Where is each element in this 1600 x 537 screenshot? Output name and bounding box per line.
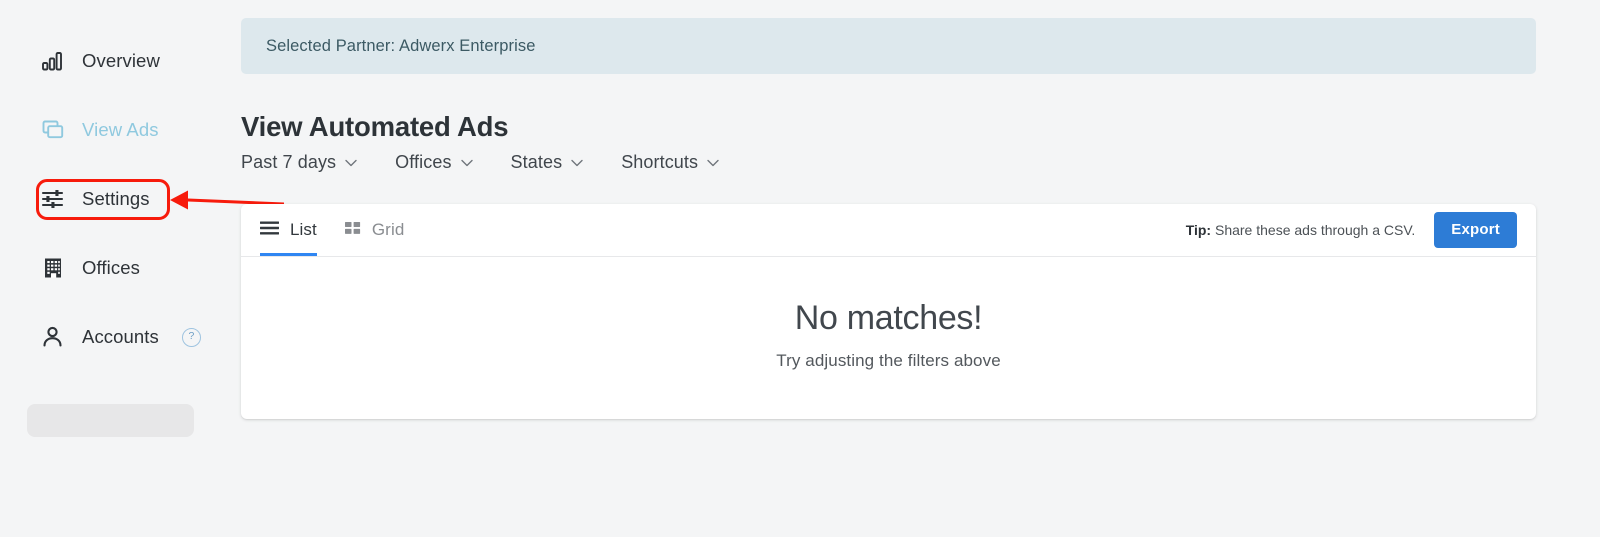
empty-state-subtitle: Try adjusting the filters above	[776, 351, 1001, 370]
list-lines-icon	[260, 221, 279, 240]
sidebar-item-view-ads[interactable]: View Ads	[40, 117, 159, 143]
copy-windows-icon	[40, 117, 66, 143]
grid-squares-icon	[344, 221, 361, 240]
tab-list[interactable]: List	[260, 204, 317, 256]
empty-state: No matches! Try adjusting the filters ab…	[241, 257, 1536, 419]
bar-chart-icon	[40, 48, 66, 74]
selected-partner-banner: Selected Partner: Adwerx Enterprise	[241, 18, 1536, 74]
sliders-icon	[40, 186, 66, 212]
chevron-down-icon	[345, 159, 357, 166]
building-icon	[40, 255, 66, 281]
sidebar-item-label: Overview	[82, 50, 160, 71]
filter-bar: Past 7 days Offices States Shortcuts	[241, 152, 719, 173]
empty-state-title: No matches!	[794, 299, 983, 337]
person-icon	[40, 324, 66, 350]
tip-prefix: Tip:	[1185, 222, 1212, 238]
accounts-help-icon[interactable]: ?	[181, 327, 201, 347]
filter-label: Offices	[395, 152, 452, 172]
export-button[interactable]: Export	[1434, 212, 1517, 248]
page-title: View Automated Ads	[241, 111, 509, 143]
sidebar-item-label: View Ads	[82, 119, 159, 140]
sidebar-item-label: Settings	[82, 188, 150, 209]
main-content: Selected Partner: Adwerx Enterprise View…	[241, 0, 1537, 537]
view-mode-tabs: List Grid	[260, 204, 404, 256]
tab-label: List	[290, 220, 317, 239]
tab-label: Grid	[371, 220, 405, 239]
sidebar-item-label: Offices	[82, 257, 140, 278]
sidebar-item-accounts[interactable]: Accounts ?	[40, 324, 201, 350]
export-tip-text: Tip: Share these ads through a CSV.	[1186, 222, 1416, 238]
filter-shortcuts[interactable]: Shortcuts	[621, 152, 719, 173]
sidebar: Overview View Ads Settings Offices Accou…	[0, 0, 222, 537]
selected-partner-text: Selected Partner: Adwerx Enterprise	[266, 36, 536, 55]
filter-offices[interactable]: Offices	[395, 152, 473, 173]
tab-grid[interactable]: Grid	[344, 204, 405, 256]
filter-label: States	[510, 152, 563, 172]
sidebar-item-label: Accounts	[82, 326, 159, 347]
sidebar-item-offices[interactable]: Offices	[40, 255, 140, 281]
chevron-down-icon	[707, 159, 719, 166]
chevron-down-icon	[460, 159, 473, 166]
sidebar-item-settings[interactable]: Settings	[40, 186, 150, 212]
ads-content-card: List Grid Tip: Share these ads through a…	[241, 204, 1536, 419]
filter-label: Shortcuts	[621, 152, 699, 172]
tip-body: Share these ads through a CSV.	[1211, 222, 1416, 238]
filter-date-range[interactable]: Past 7 days	[241, 152, 357, 173]
sidebar-loading-placeholder	[27, 404, 194, 437]
filter-label: Past 7 days	[241, 152, 337, 172]
card-toolbar: List Grid Tip: Share these ads through a…	[241, 204, 1536, 257]
sidebar-item-overview[interactable]: Overview	[40, 48, 160, 74]
export-tip-group: Tip: Share these ads through a CSV. Expo…	[1186, 204, 1517, 256]
filter-states[interactable]: States	[511, 152, 584, 173]
chevron-down-icon	[571, 159, 583, 166]
